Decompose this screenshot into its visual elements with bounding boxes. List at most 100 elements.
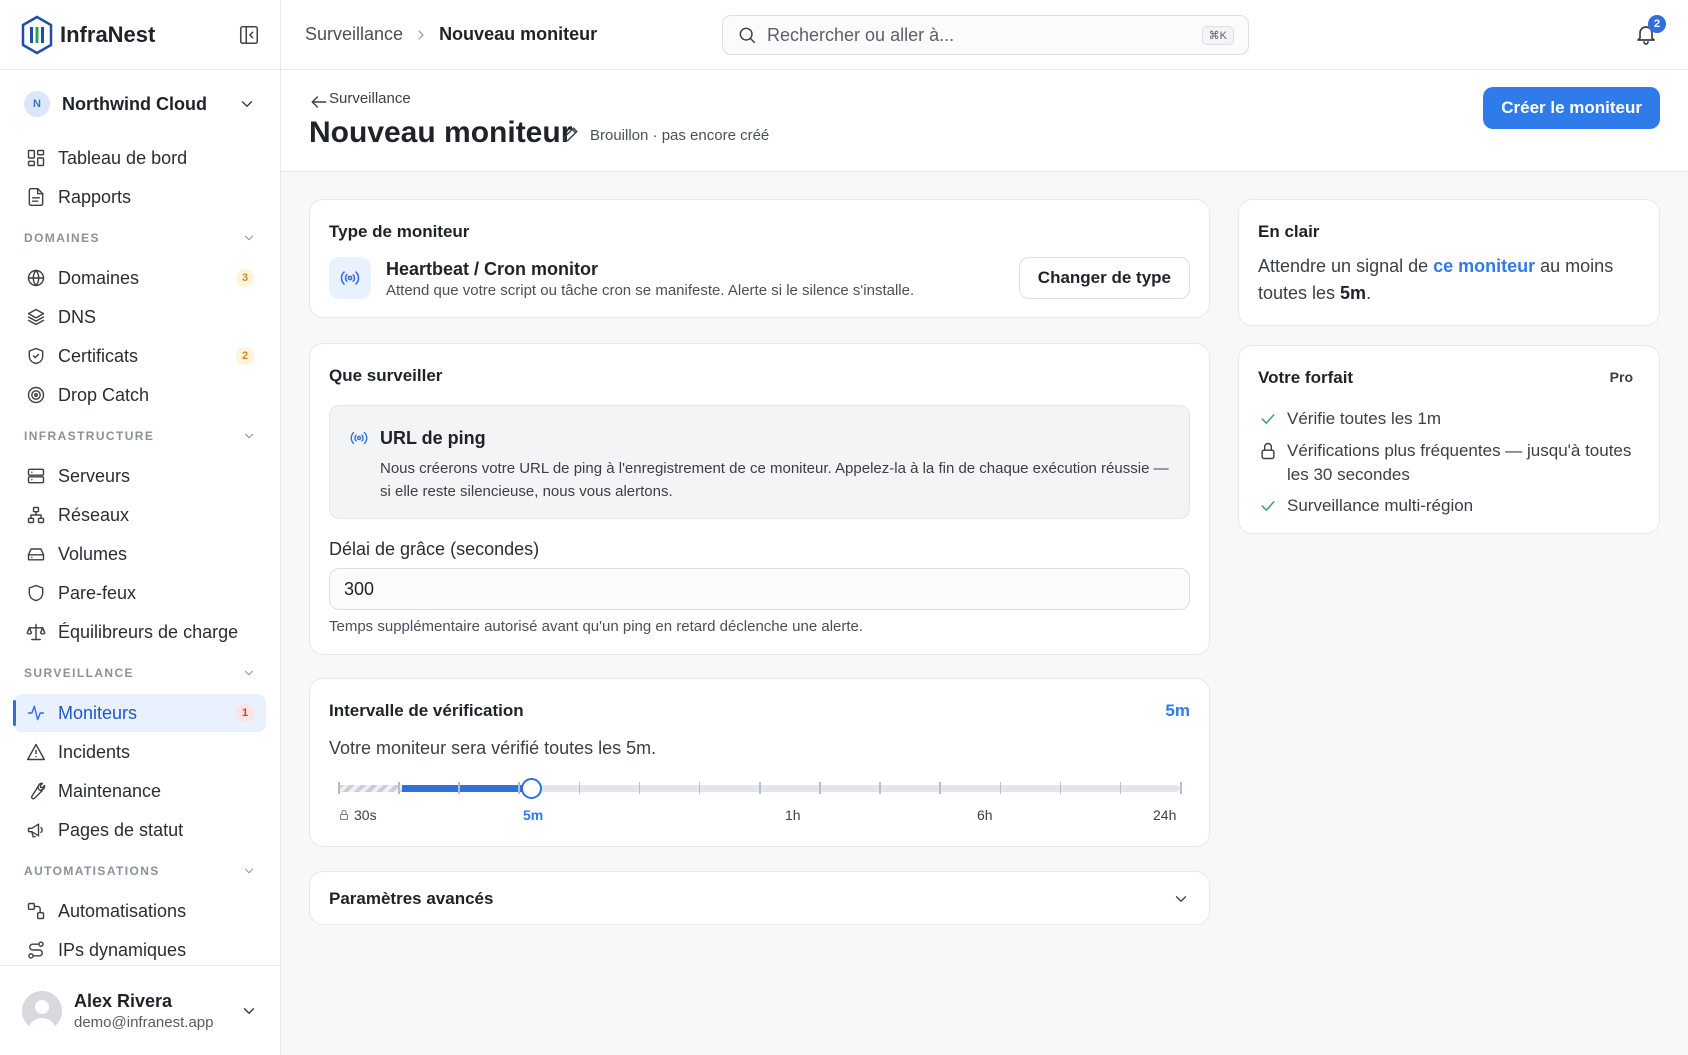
- slider-tick: [1119, 782, 1122, 794]
- shield-check-icon: [26, 346, 46, 366]
- advanced-settings-toggle[interactable]: Paramètres avancés: [309, 871, 1210, 925]
- slider-tick: [638, 782, 641, 794]
- change-type-button[interactable]: Changer de type: [1018, 257, 1190, 299]
- search-input[interactable]: [767, 24, 1202, 46]
- card-title: Que surveiller: [329, 366, 443, 385]
- create-monitor-button[interactable]: Créer le moniteur: [1483, 87, 1660, 129]
- slider-label-30s: 30s: [338, 807, 377, 823]
- sidebar-item-automations[interactable]: Automatisations: [14, 892, 266, 930]
- slider-tick: [518, 782, 520, 794]
- interval-slider[interactable]: [338, 777, 1182, 801]
- sidebar-item-certificates[interactable]: Certificats 2: [14, 337, 266, 375]
- org-switcher[interactable]: N Northwind Cloud: [0, 70, 280, 138]
- sidebar-collapse-icon[interactable]: [238, 24, 260, 46]
- sidebar-item-volumes[interactable]: Volumes: [14, 535, 266, 573]
- interval-value: 5m: [1165, 701, 1190, 720]
- sidebar-item-dynamic-ips[interactable]: IPs dynamiques: [14, 931, 266, 969]
- monitor-type-name: Heartbeat / Cron monitor: [386, 259, 599, 279]
- plan-feature-text: Vérifications plus fréquentes — jusqu'à …: [1287, 441, 1632, 484]
- top-bar: Surveillance Nouveau moniteur ⌘K 2: [281, 0, 1688, 70]
- sidebar-item-incidents[interactable]: Incidents: [14, 733, 266, 771]
- brand: InfraNest: [0, 0, 280, 70]
- slider-tick: [458, 782, 460, 794]
- search-bar[interactable]: ⌘K: [722, 15, 1249, 55]
- card-title: Paramètres avancés: [329, 889, 494, 908]
- summary-monitor-link[interactable]: ce moniteur: [1433, 256, 1535, 276]
- report-icon: [26, 187, 46, 207]
- plan-feature: Surveillance multi-région: [1258, 494, 1647, 518]
- globe-icon: [26, 268, 46, 288]
- scale-icon: [26, 622, 46, 642]
- grace-period-input[interactable]: [329, 568, 1190, 610]
- sidebar-item-domains[interactable]: Domaines 3: [14, 259, 266, 297]
- network-icon: [26, 505, 46, 525]
- nav-section-surveillance[interactable]: SURVEILLANCE: [0, 653, 280, 693]
- slider-locked-range: [338, 785, 402, 792]
- sidebar-item-maintenance[interactable]: Maintenance: [14, 772, 266, 810]
- summary-text: Attendre un signal de: [1258, 256, 1434, 276]
- slider-label-5m: 5m: [523, 807, 544, 823]
- user-name: Alex Rivera: [74, 990, 173, 1011]
- wrench-icon: [26, 781, 46, 801]
- sidebar-item-load-balancers[interactable]: Équilibreurs de charge: [14, 613, 266, 651]
- breadcrumb-link[interactable]: Surveillance: [305, 24, 403, 45]
- infranest-logo-icon: [20, 15, 54, 55]
- plan-feature-text: Surveillance multi-région: [1287, 496, 1474, 515]
- shield-icon: [26, 583, 46, 603]
- chevron-right-icon: [413, 27, 429, 43]
- hard-drive-icon: [26, 544, 46, 564]
- sidebar-nav: Tableau de bord Rapports DOMAINES Domain…: [0, 139, 280, 969]
- sidebar: InfraNest N Northwind Cloud Tableau de b…: [0, 0, 281, 1055]
- megaphone-icon: [26, 820, 46, 840]
- nav-section-automatisations[interactable]: AUTOMATISATIONS: [0, 851, 280, 891]
- nav-section-domaines[interactable]: DOMAINES: [0, 218, 280, 258]
- layers-icon: [26, 307, 46, 327]
- slider-tick: [879, 782, 881, 794]
- card-title: Votre forfait: [1258, 368, 1354, 387]
- sidebar-item-label: Rapports: [58, 186, 132, 207]
- sidebar-item-label: IPs dynamiques: [58, 939, 187, 960]
- app-name: InfraNest: [60, 21, 156, 47]
- sidebar-item-label: Serveurs: [58, 465, 131, 486]
- user-menu[interactable]: Alex Rivera demo@infranest.app: [0, 965, 280, 1055]
- grace-period-label: Délai de grâce (secondes): [329, 539, 540, 559]
- sidebar-item-label: Pare-feux: [58, 582, 137, 603]
- sidebar-item-networks[interactable]: Réseaux: [14, 496, 266, 534]
- broadcast-icon: [329, 257, 371, 299]
- slider-tick: [338, 782, 340, 794]
- sidebar-item-reports[interactable]: Rapports: [14, 178, 266, 216]
- sidebar-item-label: Pages de statut: [58, 819, 184, 840]
- target-icon: [26, 385, 46, 405]
- sidebar-item-label: Maintenance: [58, 780, 162, 801]
- chevron-down-icon: [242, 864, 256, 878]
- notification-badge: 2: [1648, 15, 1666, 33]
- back-link-label: Surveillance: [329, 90, 411, 107]
- breadcrumb: Surveillance Nouveau moniteur: [305, 24, 597, 45]
- sidebar-item-status-pages[interactable]: Pages de statut: [14, 811, 266, 849]
- ping-url-title: URL de ping: [380, 428, 486, 448]
- sidebar-item-label: Certificats: [58, 345, 139, 366]
- sidebar-item-servers[interactable]: Serveurs: [14, 457, 266, 495]
- lock-icon: [338, 808, 350, 820]
- user-info: Alex Rivera demo@infranest.app: [74, 991, 213, 1031]
- chevron-down-icon: [242, 666, 256, 680]
- sidebar-item-monitors[interactable]: Moniteurs 1: [13, 694, 266, 732]
- breadcrumb-current: Nouveau moniteur: [439, 24, 598, 44]
- slider-label-1h: 1h: [785, 807, 801, 823]
- slider-tick: [398, 782, 400, 794]
- chevron-down-icon: [242, 429, 256, 443]
- sidebar-item-dashboard[interactable]: Tableau de bord: [14, 139, 266, 177]
- arrow-left-icon: [309, 92, 327, 108]
- slider-thumb[interactable]: [521, 778, 542, 799]
- slider-tick: [999, 782, 1002, 794]
- sidebar-item-label: Moniteurs: [58, 702, 138, 723]
- sidebar-item-dns[interactable]: DNS: [14, 298, 266, 336]
- server-icon: [26, 466, 46, 486]
- back-link[interactable]: Surveillance: [309, 90, 411, 108]
- workflow-icon: [26, 901, 46, 921]
- sidebar-item-firewalls[interactable]: Pare-feux: [14, 574, 266, 612]
- sidebar-item-drop-catch[interactable]: Drop Catch: [14, 376, 266, 414]
- pencil-icon[interactable]: [561, 124, 581, 144]
- nav-section-infrastructure[interactable]: INFRASTRUCTURE: [0, 416, 280, 456]
- summary-text: .: [1366, 283, 1372, 303]
